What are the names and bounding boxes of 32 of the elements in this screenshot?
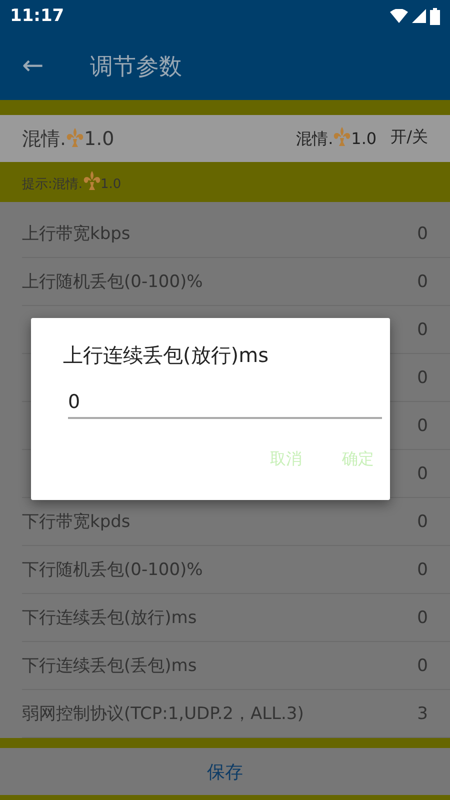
battery-icon — [430, 8, 440, 24]
signal-icon — [412, 9, 426, 23]
dialog-title: 上行连续丢包(放行)ms — [63, 342, 270, 369]
row-label: 下行随机丢包(0-100)% — [22, 559, 203, 581]
row-label: 下行连续丢包(丢包)ms — [22, 655, 197, 677]
row-label: 上行带宽kbps — [22, 223, 130, 245]
back-button[interactable]: ← — [0, 51, 90, 81]
wifi-icon — [390, 9, 408, 23]
row-value: 0 — [417, 512, 428, 532]
row-value: 0 — [417, 464, 428, 484]
row-value: 0 — [417, 272, 428, 292]
row-value: 0 — [417, 224, 428, 244]
row-value: 0 — [417, 368, 428, 388]
row-label: 下行连续丢包(放行)ms — [22, 607, 197, 629]
screen-title: 调节参数 — [90, 52, 182, 82]
row-label: 下行带宽kpds — [22, 511, 130, 533]
header-title: 混情. 1.0 — [22, 126, 114, 152]
row-value: 0 — [417, 416, 428, 436]
row-value: 0 — [417, 320, 428, 340]
row-value: 0 — [417, 608, 428, 628]
header-label: 混情. 1.0 — [296, 127, 377, 150]
save-button[interactable]: 保存 — [197, 754, 253, 790]
row-label: 弱网控制协议(TCP:1,UDP.2，ALL.3) — [22, 703, 304, 725]
fleur-icon — [333, 127, 352, 147]
row-label: 上行随机丢包(0-100)% — [22, 271, 203, 293]
fleur-icon — [82, 171, 101, 191]
row-value: 0 — [417, 656, 428, 676]
row-value: 3 — [417, 704, 428, 724]
fleur-icon — [66, 128, 84, 148]
status-time: 11:17 — [10, 6, 64, 26]
row-value: 0 — [417, 560, 428, 580]
toggle-label[interactable]: 开/关 — [390, 127, 428, 150]
